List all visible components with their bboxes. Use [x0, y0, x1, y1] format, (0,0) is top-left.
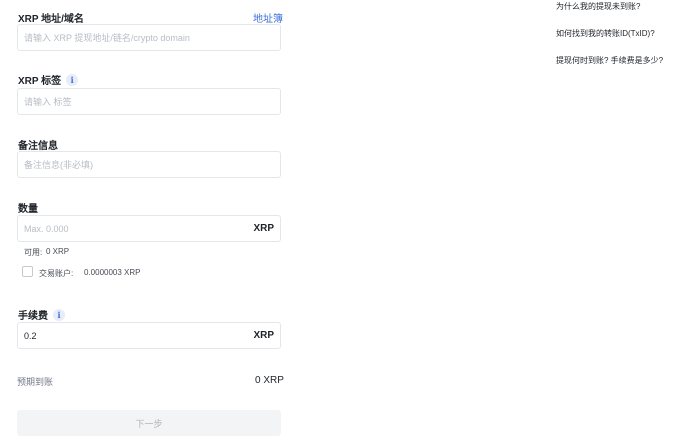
- tag-label-text: XRP 标签: [18, 76, 62, 87]
- available-value: 0 XRP: [46, 247, 70, 256]
- withdraw-form: XRP 地址/域名 地址簿 XRP 标签 i 备注信息 数量 XRP 可用: 0…: [0, 0, 290, 438]
- faq-item[interactable]: 如何找到我的转账ID(TxID)?: [556, 28, 655, 39]
- trading-account-label: 交易账户:: [39, 269, 74, 278]
- trading-account-value: 0.0000003 XRP: [84, 268, 141, 277]
- expected-value: 0 XRP: [255, 375, 284, 386]
- trading-account-checkbox[interactable]: [22, 266, 33, 277]
- faq-item[interactable]: 为什么我的提现未到账?: [556, 1, 640, 12]
- memo-label-text: 备注信息: [18, 141, 58, 152]
- address-label: XRP 地址/域名: [18, 10, 84, 25]
- available-label: 可用:: [24, 248, 43, 257]
- faq-item[interactable]: 提现何时到账? 手续费是多少?: [556, 55, 663, 66]
- info-icon[interactable]: i: [66, 73, 79, 86]
- amount-currency: XRP: [253, 223, 274, 234]
- tag-input[interactable]: [24, 96, 274, 107]
- tag-label: XRP 标签 i: [18, 72, 79, 87]
- amount-field[interactable]: XRP: [17, 215, 281, 242]
- tag-field[interactable]: [17, 88, 281, 115]
- amount-input[interactable]: [24, 223, 250, 234]
- amount-label: 数量: [18, 200, 38, 215]
- memo-input[interactable]: [24, 159, 274, 170]
- fee-label: 手续费 i: [18, 307, 65, 322]
- memo-field[interactable]: [17, 151, 281, 178]
- fee-currency: XRP: [253, 330, 274, 341]
- address-label-text: XRP 地址/域名: [18, 14, 84, 25]
- next-button[interactable]: 下一步: [17, 410, 281, 436]
- amount-label-text: 数量: [18, 204, 38, 215]
- fee-input[interactable]: [24, 330, 250, 341]
- address-book-link[interactable]: 地址簿: [253, 10, 283, 25]
- address-field[interactable]: [17, 24, 281, 51]
- expected-label: 预期到账: [17, 377, 54, 387]
- memo-label: 备注信息: [18, 137, 58, 152]
- info-icon[interactable]: i: [53, 308, 65, 321]
- fee-field[interactable]: XRP: [17, 322, 281, 349]
- fee-label-text: 手续费: [18, 311, 48, 322]
- address-input[interactable]: [24, 32, 274, 43]
